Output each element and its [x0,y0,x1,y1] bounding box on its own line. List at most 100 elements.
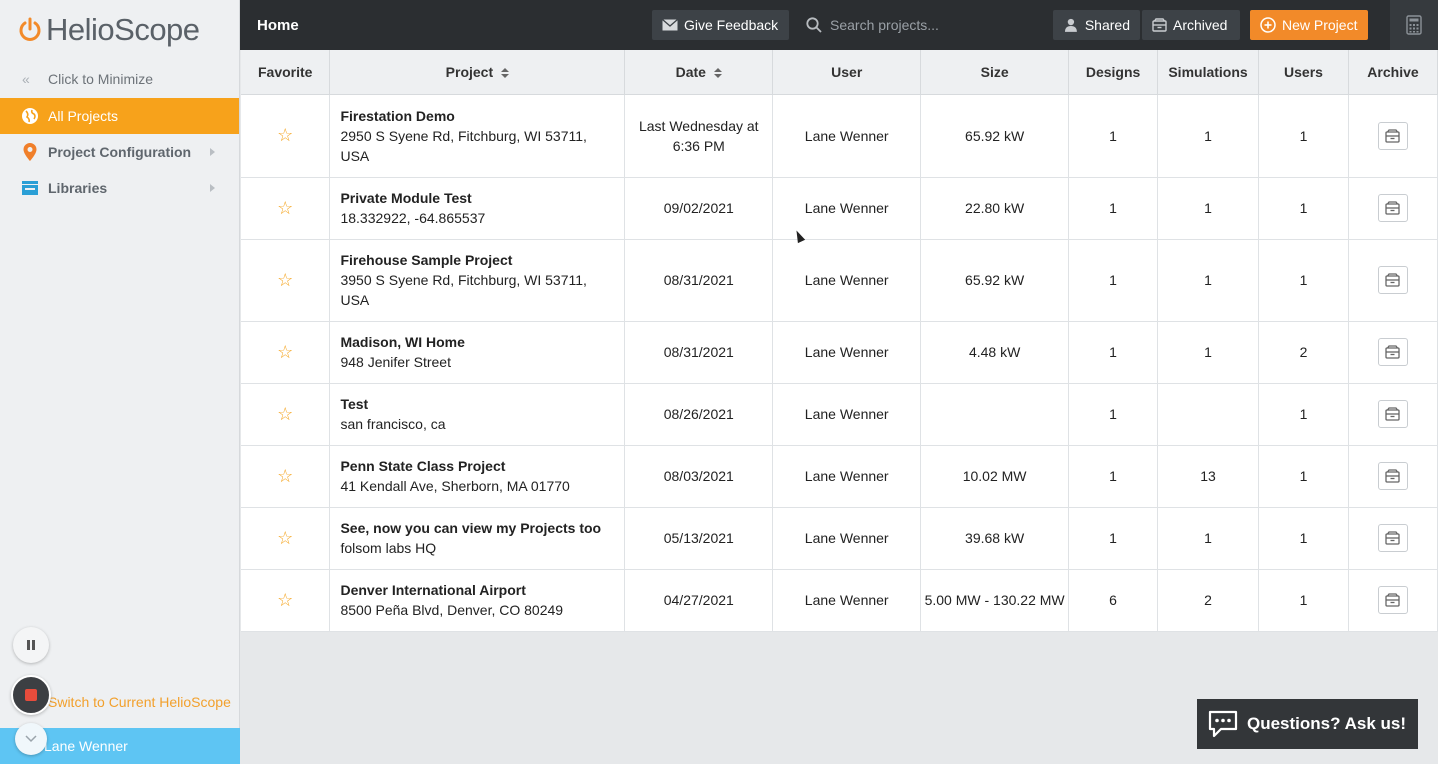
table-header-row: Favorite Project Date User Size Designs … [241,50,1438,95]
header-user: User [772,50,922,95]
archive-button[interactable] [1377,586,1408,614]
minimize-sidebar-button[interactable]: « Click to Minimize [0,60,239,98]
chat-widget-button[interactable]: Questions? Ask us! [1197,699,1418,749]
sidebar-item-libraries[interactable]: Libraries [0,170,239,206]
date-cell: 08/31/2021 [624,239,774,322]
star-icon[interactable]: ☆ [277,590,293,610]
user-cell: Lane Wenner [772,445,922,508]
new-project-label: New Project [1282,17,1358,33]
simulations-cell: 1 [1157,507,1260,570]
star-icon[interactable]: ☆ [277,466,293,486]
table-row[interactable]: ☆ Private Module Test 18.332922, -64.8655… [241,177,1438,240]
project-cell[interactable]: Firehouse Sample Project 3950 S Syene Rd,… [329,239,626,322]
archived-filter-button[interactable]: Archived [1142,10,1240,40]
project-cell[interactable]: Firestation Demo 2950 S Syene Rd, Fitchbu… [329,94,626,178]
caret-right-icon [210,184,215,192]
project-cell[interactable]: See, now you can view my Projects too fol… [329,507,626,570]
archive-button[interactable] [1377,121,1408,150]
feedback-label: Give Feedback [684,17,779,33]
table-row[interactable]: ☆ Madison, WI Home 948 Jenifer Street 08/… [241,321,1438,384]
caret-right-icon [210,148,215,156]
date-cell: 08/26/2021 [624,383,774,446]
size-cell [920,383,1070,446]
archive-cell [1348,569,1438,632]
user-cell: Lane Wenner [772,507,922,570]
project-name[interactable]: Firestation Demo [340,106,614,126]
sidebar-item-label: All Projects [48,108,119,124]
search-input[interactable] [830,17,1050,33]
project-name[interactable]: Firehouse Sample Project [340,250,614,270]
header-project[interactable]: Project [329,50,626,95]
archive-cell [1348,94,1438,178]
new-project-button[interactable]: New Project [1250,10,1368,40]
star-icon[interactable]: ☆ [277,528,293,548]
globe-icon [20,106,40,126]
page-title: Home [257,16,299,34]
size-cell: 39.68 kW [920,507,1070,570]
favorite-cell: ☆ [241,94,331,178]
project-cell[interactable]: Penn State Class Project 41 Kendall Ave, … [329,445,626,508]
table-row[interactable]: ☆ See, now you can view my Projects too f… [241,507,1438,570]
table-row[interactable]: ☆ Firestation Demo 2950 S Syene Rd, Fitch… [241,94,1438,178]
switch-helioscope-link[interactable]: Switch to Current HelioScope [48,694,231,710]
simulations-cell: 1 [1157,321,1260,384]
archive-button[interactable] [1377,524,1408,552]
project-name[interactable]: Penn State Class Project [340,456,614,476]
expand-controls-button[interactable] [15,723,47,755]
project-name[interactable]: Test [340,394,614,414]
star-icon[interactable]: ☆ [277,404,293,424]
users-cell: 1 [1258,507,1349,570]
pause-button[interactable] [13,627,49,663]
project-cell[interactable]: Denver International Airport 8500 Peña Bl… [329,569,626,632]
project-name[interactable]: Private Module Test [340,188,614,208]
table-row[interactable]: ☆ Test san francisco, ca 08/26/2021 Lane … [241,383,1438,446]
calculator-button[interactable] [1390,0,1438,50]
record-button[interactable] [11,675,51,715]
star-icon[interactable]: ☆ [277,198,293,218]
project-cell[interactable]: Test san francisco, ca [329,383,626,446]
archive-button[interactable] [1377,400,1408,428]
archive-button[interactable] [1377,266,1408,294]
project-name[interactable]: Denver International Airport [340,580,614,600]
sidebar-item-project-configuration[interactable]: Project Configuration [0,134,239,170]
sidebar-item-all-projects[interactable]: All Projects [0,98,239,134]
table-row[interactable]: ☆ Firehouse Sample Project 3950 S Syene R… [241,239,1438,322]
star-icon[interactable]: ☆ [277,342,293,362]
favorite-cell: ☆ [241,569,331,632]
table-row[interactable]: ☆ Penn State Class Project 41 Kendall Ave… [241,445,1438,508]
date-cell: 04/27/2021 [624,569,774,632]
star-icon[interactable]: ☆ [277,125,293,145]
shared-label: Shared [1084,17,1130,33]
archive-button[interactable] [1377,338,1408,366]
project-address: 41 Kendall Ave, Sherborn, MA 01770 [340,478,570,494]
archive-cell [1348,507,1438,570]
simulations-cell [1157,383,1260,446]
archive-cell [1348,239,1438,322]
envelope-icon [662,19,678,31]
size-cell: 22.80 kW [920,177,1070,240]
archive-button[interactable] [1377,462,1408,490]
project-cell[interactable]: Private Module Test 18.332922, -64.865537 [329,177,626,240]
project-name[interactable]: Madison, WI Home [340,332,614,352]
logo[interactable]: HelioScope [0,0,239,60]
header-users: Users [1258,50,1349,95]
date-cell: 08/03/2021 [624,445,774,508]
header-date[interactable]: Date [624,50,774,95]
project-cell[interactable]: Madison, WI Home 948 Jenifer Street [329,321,626,384]
designs-cell: 1 [1068,507,1159,570]
favorite-cell: ☆ [241,445,331,508]
project-address: 8500 Peña Blvd, Denver, CO 80249 [340,602,564,618]
give-feedback-button[interactable]: Give Feedback [652,10,789,40]
archive-box-icon [1385,593,1401,607]
project-name[interactable]: See, now you can view my Projects too [340,518,614,538]
star-icon[interactable]: ☆ [277,270,293,290]
users-cell: 1 [1258,177,1349,240]
header-simulations: Simulations [1157,50,1260,95]
date-cell: 09/02/2021 [624,177,774,240]
designs-cell: 1 [1068,94,1159,178]
users-icon [1064,18,1077,32]
search-box[interactable] [798,10,1050,40]
archive-button[interactable] [1377,194,1408,222]
shared-filter-button[interactable]: Shared [1053,10,1140,40]
table-row[interactable]: ☆ Denver International Airport 8500 Peña … [241,569,1438,632]
